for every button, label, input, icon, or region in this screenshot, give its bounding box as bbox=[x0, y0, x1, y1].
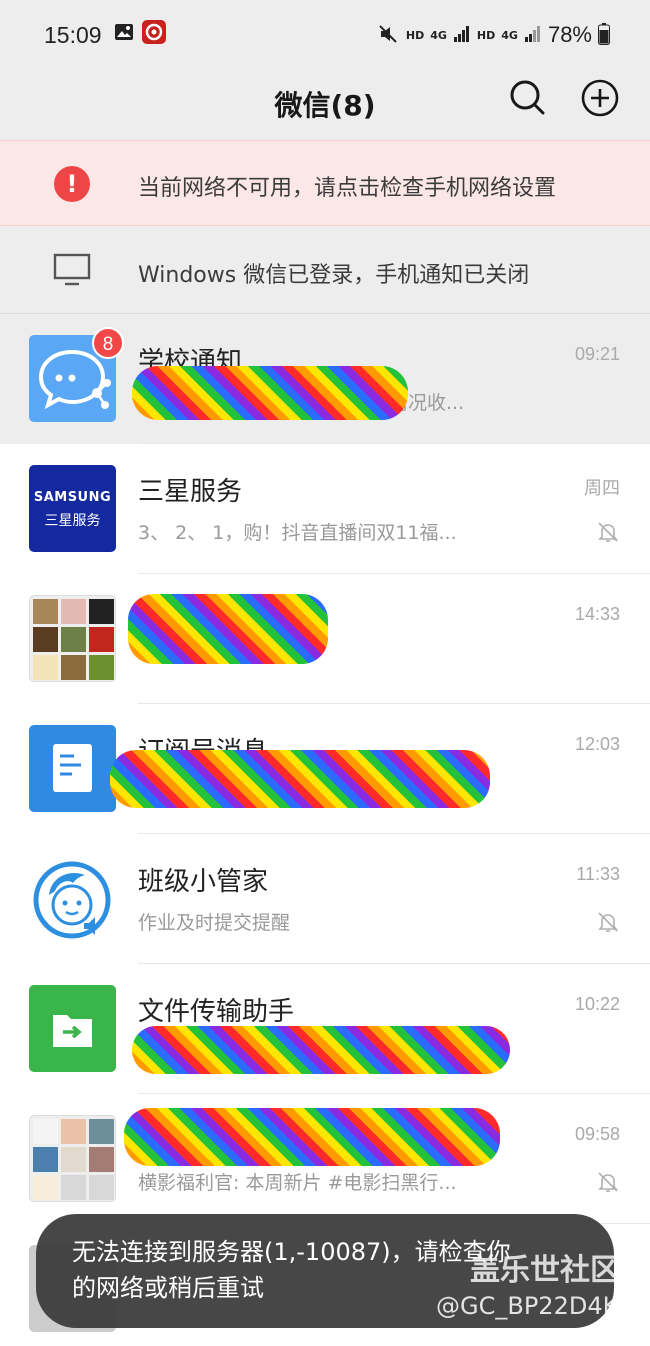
avatar-sub-text: 三星服务 bbox=[44, 513, 101, 529]
chat-time: 10:22 bbox=[574, 994, 620, 1014]
hd-label-1: HD bbox=[405, 28, 425, 42]
battery-icon bbox=[598, 22, 610, 48]
add-icon[interactable] bbox=[580, 78, 620, 122]
watermark-brand: 盖乐世社区 bbox=[470, 1253, 620, 1288]
pc-login-text: Windows 微信已登录，手机通知已关闭 bbox=[138, 263, 530, 288]
chat-row-class-helper[interactable]: 班级小管家 作业及时提交提醒 11:33 bbox=[0, 834, 650, 964]
network-label-1: 4G bbox=[430, 28, 447, 42]
gallery-icon bbox=[114, 22, 134, 48]
chat-time: 周四 bbox=[584, 478, 620, 498]
chat-preview: 作业及时提交提醒 bbox=[138, 912, 291, 934]
network-label-2: 4G bbox=[501, 28, 518, 42]
hd-label-2: HD bbox=[476, 28, 496, 42]
chat-row-movie-group[interactable]: 横影福利官: 本周新片 #电影扫黑行... 09:58 bbox=[0, 1094, 650, 1224]
pc-login-banner[interactable]: Windows 微信已登录，手机通知已关闭 bbox=[0, 226, 650, 314]
group-avatar bbox=[29, 1115, 116, 1202]
watermark-user: @GC_BP22D4K bbox=[436, 1292, 619, 1320]
mute-icon bbox=[378, 23, 400, 48]
redaction-scribble bbox=[132, 366, 408, 420]
unread-badge: 8 bbox=[92, 327, 124, 359]
avatar-brand-text: SAMSUNG bbox=[33, 490, 112, 505]
chat-name: 文件传输助手 bbox=[138, 997, 295, 1027]
redaction-scribble bbox=[110, 750, 490, 808]
chat-name: 班级小管家 bbox=[138, 867, 269, 897]
signal-icon-1 bbox=[453, 25, 471, 46]
signal-icon-2 bbox=[524, 25, 542, 46]
group-avatar bbox=[29, 595, 116, 682]
nav-bar: 微信(8) bbox=[0, 70, 650, 140]
mute-bell-icon bbox=[596, 520, 620, 548]
subscription-avatar bbox=[29, 725, 116, 812]
mute-bell-icon bbox=[596, 910, 620, 938]
network-alert-banner[interactable]: ! 当前网络不可用，请点击检查手机网络设置 bbox=[0, 140, 650, 226]
chat-time: 11:33 bbox=[576, 864, 620, 884]
chat-name: 三星服务 bbox=[138, 477, 243, 507]
network-alert-text: 当前网络不可用，请点击检查手机网络设置 bbox=[138, 176, 557, 201]
redaction-scribble bbox=[132, 1026, 510, 1074]
chat-row-samsung[interactable]: SAMSUNG 三星服务 三星服务 3、 2、 1，购！抖音直播间双11福...… bbox=[0, 444, 650, 574]
chat-row-group[interactable]: 14:33 bbox=[0, 574, 650, 704]
search-icon[interactable] bbox=[508, 78, 548, 122]
chat-time: 12:03 bbox=[574, 734, 620, 754]
chat-row-file-transfer[interactable]: 文件传输助手 10:22 bbox=[0, 964, 650, 1094]
page-title: 微信(8) bbox=[274, 89, 376, 122]
app-notification-icon bbox=[141, 20, 166, 50]
status-time: 15:09 bbox=[44, 21, 102, 48]
file-transfer-avatar bbox=[29, 985, 116, 1072]
status-bar: 15:09 HD 4G HD 4G 78% bbox=[0, 0, 650, 70]
exclamation-icon: ! bbox=[54, 166, 90, 202]
redaction-scribble bbox=[124, 1108, 500, 1166]
chat-preview: 横影福利官: 本周新片 #电影扫黑行... bbox=[138, 1172, 457, 1194]
mute-bell-icon bbox=[596, 1170, 620, 1198]
class-helper-avatar bbox=[29, 855, 116, 942]
chat-preview: 3、 2、 1，购！抖音直播间双11福... bbox=[138, 522, 457, 544]
redaction-scribble bbox=[128, 594, 328, 664]
battery-percent: 78% bbox=[547, 22, 592, 47]
monitor-icon bbox=[53, 253, 91, 291]
chat-row-subscriptions[interactable]: 订阅号消息 12:03 bbox=[0, 704, 650, 834]
chat-time: 14:33 bbox=[574, 604, 620, 624]
samsung-service-avatar: SAMSUNG 三星服务 bbox=[29, 465, 116, 552]
chat-time: 09:21 bbox=[574, 344, 620, 364]
chat-time: 09:58 bbox=[574, 1124, 620, 1144]
